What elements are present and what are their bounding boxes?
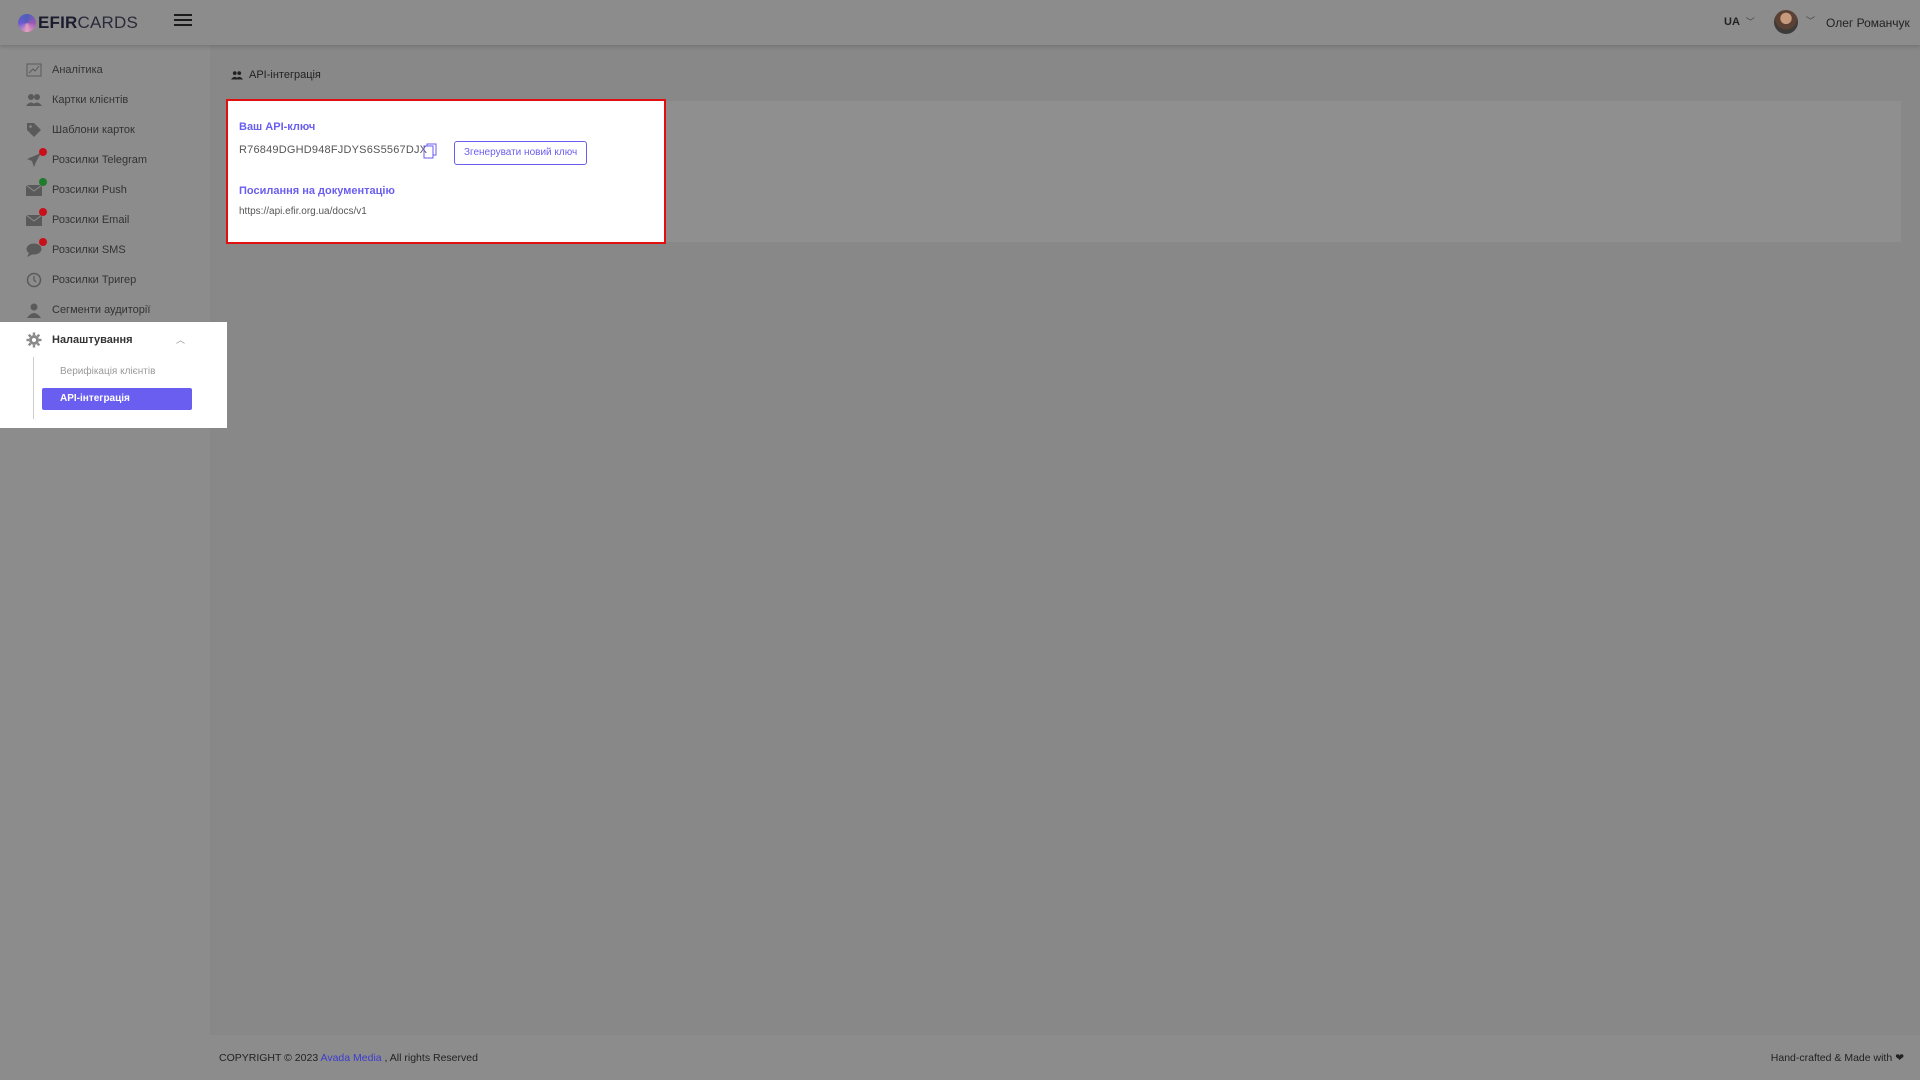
copyright-text: COPYRIGHT © 2023 Avada Media , All right… xyxy=(219,1052,478,1064)
chevron-down-icon: ﹀ xyxy=(1745,17,1755,27)
gear-icon xyxy=(26,332,42,348)
api-key-value[interactable]: R76849DGHD948FJDYS6S5567DJX xyxy=(239,144,427,156)
language-selector[interactable]: UA ﹀ xyxy=(1724,15,1755,28)
api-key-label: Ваш API-ключ xyxy=(239,121,316,133)
regenerate-key-button[interactable]: Згенерувати новий ключ xyxy=(454,141,588,165)
sidebar-item-label: Розсилки Push xyxy=(52,184,127,196)
sidebar-item-label: Розсилки SMS xyxy=(52,244,126,256)
chat-icon xyxy=(26,238,47,258)
user-name[interactable]: Олег Романчук xyxy=(1826,16,1910,30)
submenu-item-client-verification[interactable]: Верифікація клієнтів xyxy=(60,366,155,377)
sidebar-item-analytics[interactable]: Аналітика xyxy=(26,60,103,80)
sidebar-item-label: Сегменти аудиторії xyxy=(52,304,151,316)
sidebar-item-label: Розсилки Тригер xyxy=(52,274,137,286)
sidebar-item-card-templates[interactable]: Шаблони карток xyxy=(26,120,135,140)
breadcrumb-current: API-інтеграція xyxy=(249,69,321,81)
envelope-icon xyxy=(25,178,47,198)
avatar[interactable] xyxy=(1774,10,1798,34)
sidebar-item-label: Розсилки Email xyxy=(52,214,130,226)
sidebar-item-trigger[interactable]: Розсилки Тригер xyxy=(26,270,136,290)
brand-name: EFIRCARDS xyxy=(38,13,139,32)
breadcrumb: API-інтеграція xyxy=(231,69,321,81)
sidebar-item-label: Шаблони карток xyxy=(52,124,135,136)
docs-link[interactable]: https://api.efir.org.ua/docs/v1 xyxy=(239,206,367,217)
footer: COPYRIGHT © 2023 Avada Media , All right… xyxy=(210,1035,1920,1080)
brand-logo[interactable]: EFIRCARDS xyxy=(18,12,138,34)
clock-icon xyxy=(26,272,42,288)
sidebar-item-email[interactable]: Розсилки Email xyxy=(25,208,130,230)
logo-mark-icon xyxy=(18,14,36,32)
user-icon xyxy=(26,302,42,318)
sidebar-item-client-cards[interactable]: Картки клієнтів xyxy=(26,90,128,110)
sidebar-item-push[interactable]: Розсилки Push xyxy=(25,178,127,200)
sidebar-item-segments[interactable]: Сегменти аудиторії xyxy=(26,300,150,320)
users-icon xyxy=(231,71,243,80)
company-link[interactable]: Avada Media xyxy=(321,1052,382,1064)
made-with-text: Hand-crafted & Made with ❤ xyxy=(1770,1052,1904,1064)
settings-menu: Налаштування ︿ Верифікація клієнтів API-… xyxy=(0,322,227,428)
menu-toggle-icon[interactable] xyxy=(174,14,192,28)
notification-badge xyxy=(39,178,47,186)
notification-badge xyxy=(39,238,47,246)
submenu-divider xyxy=(33,357,34,419)
copy-icon[interactable] xyxy=(423,143,437,159)
notification-badge xyxy=(39,148,47,156)
sidebar-item-settings[interactable]: Налаштування xyxy=(26,332,133,348)
chevron-down-icon[interactable]: ﹀ xyxy=(1806,14,1815,27)
docs-label: Посилання на документацію xyxy=(239,185,395,197)
sidebar-item-label: Налаштування xyxy=(52,334,133,346)
sidebar-item-sms[interactable]: Розсилки SMS xyxy=(26,238,126,260)
top-bar: EFIRCARDS UA ﹀ ﹀ Олег Романчук xyxy=(0,0,1920,45)
telegram-icon xyxy=(26,148,47,168)
sidebar-item-label: Розсилки Telegram xyxy=(52,154,148,166)
sidebar-item-telegram[interactable]: Розсилки Telegram xyxy=(26,148,148,170)
sidebar-item-label: Картки клієнтів xyxy=(52,94,129,106)
chevron-up-icon[interactable]: ︿ xyxy=(176,333,185,346)
submenu-item-api-integration[interactable]: API-інтеграція xyxy=(42,388,192,410)
notification-badge xyxy=(39,208,47,216)
tag-icon xyxy=(26,122,42,138)
chart-icon xyxy=(26,62,42,78)
heart-icon: ❤ xyxy=(1895,1052,1904,1064)
sidebar-item-label: Аналітика xyxy=(52,64,103,76)
api-key-card: Ваш API-ключ R76849DGHD948FJDYS6S5567DJX… xyxy=(226,99,666,244)
users-icon xyxy=(26,92,42,108)
envelope-icon xyxy=(25,208,47,228)
sidebar: Аналітика Картки клієнтів Шаблони карток… xyxy=(0,45,210,1080)
